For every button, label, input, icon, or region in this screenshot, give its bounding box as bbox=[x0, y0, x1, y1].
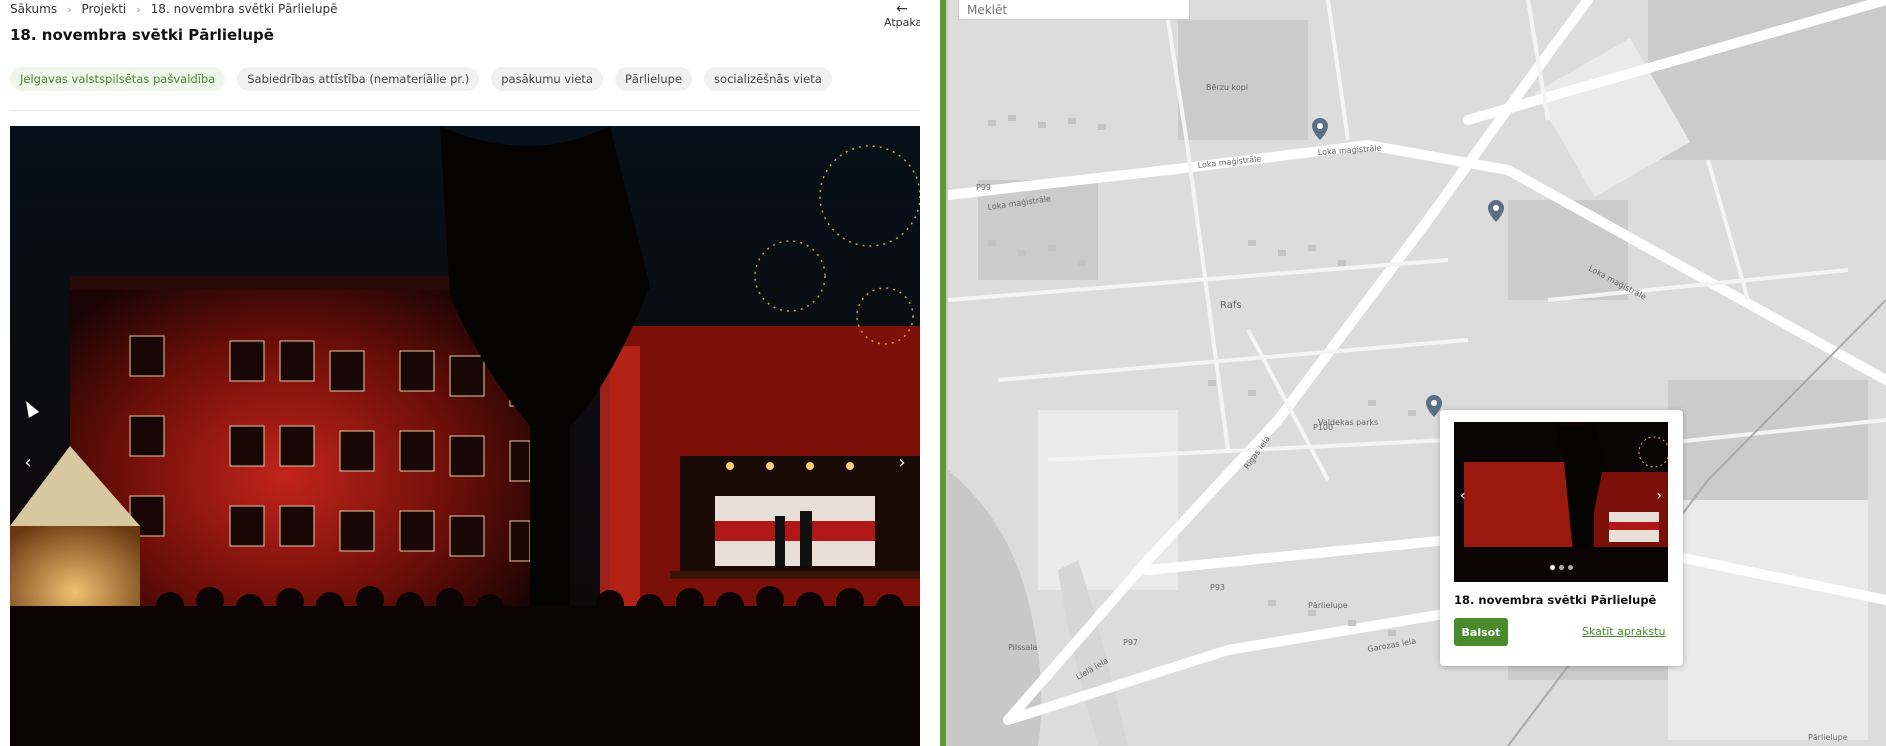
map-label: Pilssala bbox=[1008, 643, 1038, 652]
arrow-left-icon: ← bbox=[896, 1, 908, 17]
divider bbox=[10, 110, 920, 111]
vote-button[interactable]: Balsot bbox=[1454, 618, 1508, 646]
chevron-left-icon[interactable]: ‹ bbox=[18, 448, 38, 478]
tag-location[interactable]: Pārlielupe bbox=[615, 67, 693, 91]
breadcrumb-separator-icon: › bbox=[136, 2, 141, 16]
popup-image-carousel[interactable]: ‹ › bbox=[1454, 422, 1668, 582]
map-label: Bērzu kopi bbox=[1206, 83, 1248, 92]
breadcrumb-projects[interactable]: Projekti bbox=[82, 2, 127, 16]
carousel-dots bbox=[1454, 555, 1668, 574]
tag-list: Jelgavas valstspilsētas pašvaldība Sabie… bbox=[10, 67, 832, 91]
map-label: Pārlielupe bbox=[1808, 733, 1848, 742]
event-photo bbox=[10, 126, 920, 746]
map-canvas: Bērzu kopi Loka maģistrāle Loka maģistrā… bbox=[948, 0, 1886, 746]
tag-municipality[interactable]: Jelgavas valstspilsētas pašvaldība bbox=[10, 67, 226, 91]
back-label: Atpakaļ bbox=[884, 16, 920, 29]
map-marker-icon[interactable] bbox=[1312, 118, 1328, 140]
carousel-dot[interactable] bbox=[1549, 565, 1555, 570]
breadcrumb-separator-icon: › bbox=[67, 2, 72, 16]
project-panel: Sākums › Projekti › 18. novembra svētki … bbox=[0, 0, 938, 746]
breadcrumb-current: 18. novembra svētki Pārlielupē bbox=[150, 2, 338, 16]
map-label: P93 bbox=[1210, 583, 1225, 592]
carousel-dot[interactable] bbox=[1567, 565, 1573, 570]
back-button[interactable]: ← Atpakaļ bbox=[884, 2, 920, 29]
tag-social-place[interactable]: socializēšnās vieta bbox=[704, 67, 832, 91]
map-search-input[interactable] bbox=[958, 0, 1190, 20]
map-marker-icon[interactable] bbox=[1488, 200, 1504, 222]
popup-title: 18. novembra svētki Pārlielupē bbox=[1454, 593, 1657, 607]
chevron-right-icon[interactable]: › bbox=[1656, 488, 1662, 504]
map-view[interactable]: Bērzu kopi Loka maģistrāle Loka maģistrā… bbox=[948, 0, 1886, 746]
map-label: Valdekas parks bbox=[1318, 418, 1378, 427]
carousel-dot[interactable] bbox=[1558, 565, 1564, 570]
map-label: Pārlielupe bbox=[1308, 601, 1348, 610]
page-title: 18. novembra svētki Pārlielupē bbox=[10, 26, 274, 44]
chevron-right-icon[interactable]: › bbox=[892, 448, 912, 478]
tag-event-venue[interactable]: pasākumu vieta bbox=[491, 67, 603, 91]
map-label: Rafs bbox=[1220, 300, 1242, 311]
breadcrumb-home[interactable]: Sākums bbox=[10, 2, 57, 16]
breadcrumb: Sākums › Projekti › 18. novembra svētki … bbox=[10, 2, 337, 16]
map-label: P99 bbox=[976, 183, 991, 192]
tag-category[interactable]: Sabiedrības attīstība (nemateriālie pr.) bbox=[237, 67, 480, 91]
map-popup: ‹ › 18. novembra svētki Pārlielupē Balso… bbox=[1440, 410, 1683, 666]
view-description-link[interactable]: Skatīt aprakstu bbox=[1582, 625, 1665, 638]
image-gallery[interactable]: ‹ › bbox=[10, 126, 920, 746]
chevron-left-icon[interactable]: ‹ bbox=[1460, 488, 1466, 504]
map-label: P97 bbox=[1123, 638, 1138, 647]
